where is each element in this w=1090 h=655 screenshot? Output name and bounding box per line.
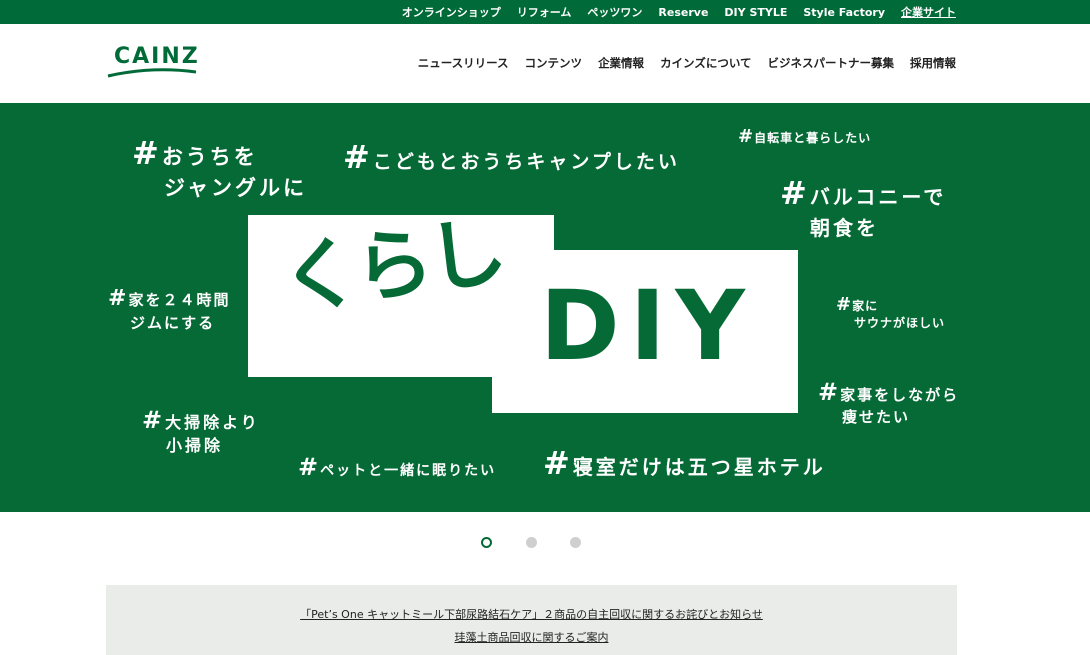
link-online-shop[interactable]: オンラインショップ <box>402 4 501 20</box>
hash-icon: # <box>298 453 321 481</box>
nav-business-partner[interactable]: ビジネスパートナー募集 <box>768 55 895 71</box>
main-nav: ニュースリリース コンテンツ 企業情報 カインズについて ビジネスパートナー募集… <box>402 55 956 71</box>
link-reserve[interactable]: Reserve <box>658 6 708 19</box>
link-reform[interactable]: リフォーム <box>517 4 572 20</box>
carousel-dot-1[interactable] <box>481 537 492 548</box>
notice-link-recall-petsone[interactable]: 「Pet’s One キャットミール下部尿路結石ケア」２商品の自主回収に関するお… <box>106 603 957 626</box>
carousel-dot-2[interactable] <box>526 537 537 548</box>
hash-icon: # <box>142 406 166 434</box>
link-corporate-site[interactable]: 企業サイト <box>901 4 956 20</box>
carousel-indicators <box>0 532 1090 552</box>
carousel-dot-3[interactable] <box>570 537 581 548</box>
hashtag-bicycle: #自転車と暮らしたい <box>738 126 872 147</box>
site-header: CAINZ ニュースリリース コンテンツ 企業情報 カインズについて ビジネスパ… <box>0 24 1090 103</box>
hash-icon: # <box>738 126 755 147</box>
hash-icon: # <box>132 134 162 172</box>
hash-icon: # <box>780 174 810 212</box>
hero-banner[interactable]: くらし DIY #おうちを ジャングルに #こどもとおうちキャンプしたい #自転… <box>0 103 1090 512</box>
nav-recruit[interactable]: 採用情報 <box>910 55 956 71</box>
top-utility-bar: オンラインショップ リフォーム ペッツワン Reserve DIY STYLE … <box>0 0 1090 24</box>
hashtag-housework: #家事をしながら 痩せたい <box>818 378 960 427</box>
hashtag-balcony: #バルコニーで 朝食を <box>780 174 947 240</box>
link-diy-style[interactable]: DIY STYLE <box>724 6 787 19</box>
nav-news-release[interactable]: ニュースリリース <box>418 55 509 71</box>
hashtag-sauna: #家に サウナがほしい <box>836 294 946 331</box>
hash-icon: # <box>343 138 373 176</box>
hash-icon: # <box>108 286 129 311</box>
hero-title-diy: DIY <box>540 270 755 382</box>
nav-about-cainz[interactable]: カインズについて <box>660 55 751 71</box>
hashtag-hotel: #寝室だけは五つ星ホテル <box>543 444 826 482</box>
nav-contents[interactable]: コンテンツ <box>525 55 583 71</box>
cainz-logo[interactable]: CAINZ <box>106 44 198 80</box>
link-pets-one[interactable]: ペッツワン <box>587 4 642 20</box>
hashtag-cleaning: #大掃除より 小掃除 <box>142 406 260 456</box>
notice-link-recall-diatomite[interactable]: 珪藻土商品回収に関するご案内 <box>106 626 957 649</box>
hash-icon: # <box>818 378 841 406</box>
hashtag-camp: #こどもとおうちキャンプしたい <box>343 138 680 176</box>
hashtag-pet: #ペットと一緒に眠りたい <box>298 453 497 481</box>
hashtag-jungle: #おうちを ジャングルに <box>132 134 307 200</box>
logo-swoosh-icon <box>107 68 197 78</box>
logo-wordmark: CAINZ <box>114 44 200 69</box>
notice-box: 「Pet’s One キャットミール下部尿路結石ケア」２商品の自主回収に関するお… <box>106 585 957 655</box>
hash-icon: # <box>836 294 853 315</box>
hash-icon: # <box>543 444 573 482</box>
hashtag-gym: #家を２４時間 ジムにする <box>108 286 231 332</box>
nav-company-info[interactable]: 企業情報 <box>598 55 644 71</box>
link-style-factory[interactable]: Style Factory <box>803 6 885 19</box>
